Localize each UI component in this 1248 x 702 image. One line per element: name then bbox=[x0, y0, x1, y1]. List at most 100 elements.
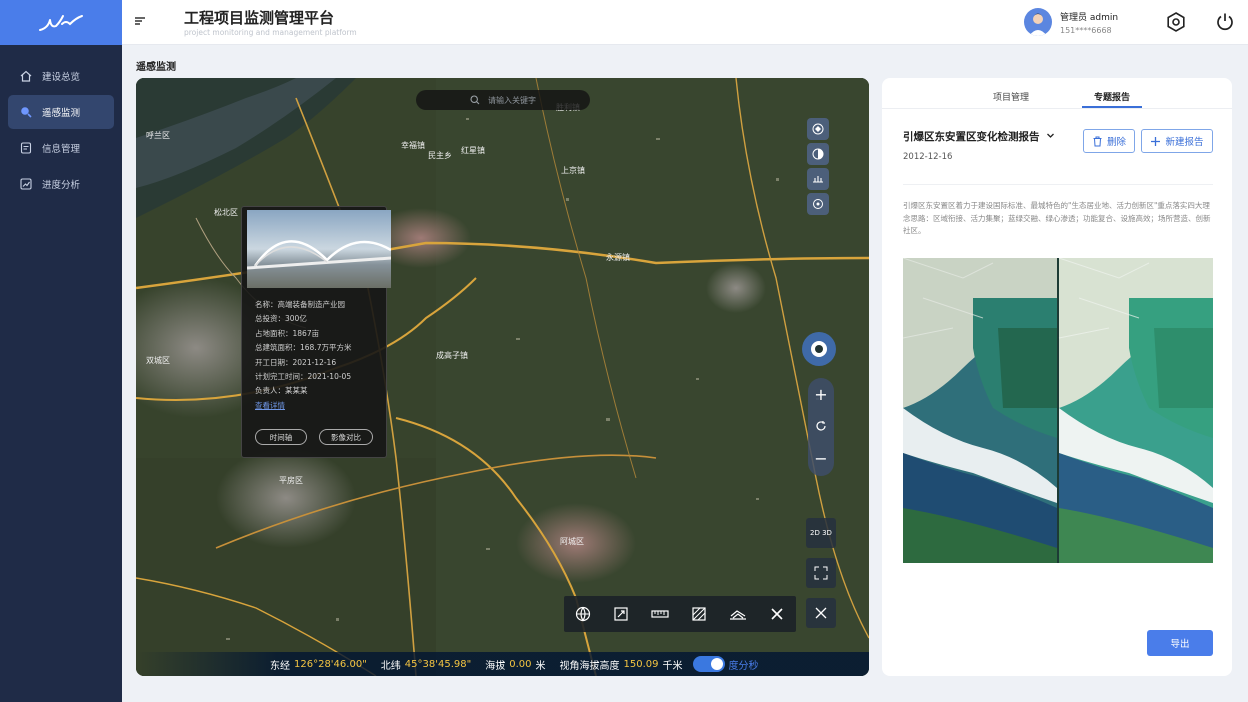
place-label: 上京镇 bbox=[561, 165, 585, 175]
logo-icon bbox=[39, 14, 83, 31]
info-investment: 总投资：300亿 bbox=[255, 314, 307, 324]
place-label: 永源镇 bbox=[606, 252, 630, 262]
sidebar-item-label: 建设总览 bbox=[42, 72, 81, 83]
sidebar-item-label: 信息管理 bbox=[42, 144, 81, 155]
search-placeholder: 请输入关键字 bbox=[488, 95, 536, 105]
user-name: 管理员 admin bbox=[1060, 13, 1119, 23]
ruler-icon bbox=[813, 176, 823, 183]
sidebar: 建设总览 遥感监测 信息管理 进度分析 bbox=[0, 0, 122, 702]
latitude-value: 45°38'45.98" bbox=[404, 658, 472, 670]
sidebar-item-label: 遥感监测 bbox=[42, 108, 81, 119]
new-report-label: 新建报告 bbox=[1165, 137, 1204, 148]
menu-toggle-icon[interactable] bbox=[134, 15, 146, 30]
tab-project-management[interactable]: 项目管理 bbox=[993, 90, 1029, 103]
zoom-out-button[interactable]: − bbox=[808, 442, 834, 474]
clear-icon[interactable] bbox=[769, 606, 785, 622]
sidebar-item-remote-sensing[interactable]: 遥感监测 bbox=[8, 95, 114, 129]
sidebar-item-label: 进度分析 bbox=[42, 180, 81, 191]
map-view[interactable]: 呼兰区 松北区 平房区 阿城区 永源镇 胜利镇 民主乡 红星镇 上京镇 成高子镇… bbox=[136, 78, 869, 676]
export-button[interactable]: 导出 bbox=[1147, 630, 1213, 656]
zoom-in-button[interactable]: + bbox=[808, 378, 834, 410]
change-detection-image[interactable] bbox=[903, 258, 1213, 563]
image-compare-button[interactable]: 影像对比 bbox=[319, 429, 373, 445]
compass-icon bbox=[811, 341, 827, 357]
user-phone: 151****6668 bbox=[1060, 26, 1112, 35]
latitude-label: 北纬 bbox=[380, 660, 401, 672]
longitude-value: 126°28'46.00" bbox=[294, 658, 367, 670]
ruler-icon[interactable] bbox=[651, 606, 669, 622]
timeline-button[interactable]: 时间轴 bbox=[255, 429, 307, 445]
report-panel: 项目管理 专题报告 引爆区东安置区变化检测报告 2012-12-16 删除 新建… bbox=[882, 78, 1232, 676]
avatar[interactable] bbox=[1024, 8, 1052, 36]
view-height-unit: 千米 bbox=[662, 660, 683, 672]
settings-icon[interactable] bbox=[1165, 11, 1187, 36]
info-area: 占地面积：1867亩 bbox=[255, 328, 320, 338]
contrast-tool-button[interactable] bbox=[807, 143, 829, 165]
measure-tool-button[interactable] bbox=[807, 168, 829, 190]
power-icon[interactable] bbox=[1214, 11, 1236, 36]
header: 工程项目监测管理平台 project monitoring and manage… bbox=[122, 0, 1248, 45]
divider bbox=[903, 184, 1213, 185]
active-tab-indicator bbox=[1082, 106, 1142, 108]
search-icon bbox=[21, 107, 32, 118]
location-tool-button[interactable] bbox=[807, 193, 829, 215]
toggle-2d-3d-label: 2D 3D bbox=[810, 529, 832, 537]
tab-topic-report[interactable]: 专题报告 bbox=[1094, 90, 1130, 103]
coordinate-status-bar: 东经 126°28'46.00" 北纬 45°38'45.98" 海拔 0.00… bbox=[136, 652, 869, 676]
place-label: 红星镇 bbox=[461, 145, 485, 155]
globe-icon[interactable] bbox=[575, 606, 591, 622]
info-owner: 负责人：某某某 bbox=[255, 386, 308, 396]
refresh-icon bbox=[816, 421, 826, 431]
layer-tool-button[interactable] bbox=[807, 118, 829, 140]
pin-icon bbox=[813, 199, 823, 209]
logo bbox=[0, 0, 122, 45]
area-measure-icon[interactable] bbox=[691, 606, 707, 622]
toggle-2d-3d-button[interactable]: 2D 3D bbox=[806, 518, 836, 548]
place-label: 松北区 bbox=[214, 207, 238, 217]
home-icon bbox=[20, 70, 32, 82]
place-label: 幸福镇 bbox=[401, 140, 425, 150]
info-start-date: 开工日期：2021-12-16 bbox=[255, 357, 337, 367]
place-label: 成高子镇 bbox=[436, 350, 468, 360]
compass-control[interactable] bbox=[802, 332, 836, 366]
fullscreen-icon bbox=[814, 566, 828, 580]
altitude-value: 0.00 bbox=[509, 658, 532, 670]
before-image bbox=[903, 258, 1057, 563]
place-label: 双城区 bbox=[146, 356, 170, 365]
view-height-value: 150.09 bbox=[623, 658, 659, 670]
reset-view-button[interactable] bbox=[808, 410, 834, 442]
globe-tool-icon bbox=[812, 123, 824, 135]
delete-label: 删除 bbox=[1106, 137, 1126, 148]
delete-button[interactable]: 删除 bbox=[1083, 129, 1135, 153]
search-icon bbox=[470, 95, 480, 105]
after-image bbox=[1058, 258, 1213, 563]
place-label: 阿城区 bbox=[560, 537, 584, 546]
tools-icon bbox=[815, 607, 827, 619]
terrain-icon[interactable] bbox=[729, 606, 747, 622]
info-building-area: 总建筑面积：168.7万平方米 bbox=[255, 343, 352, 353]
report-description: 引爆区东安置区着力于建设国际标准、最城特色的"生态居业地、活力创新区"重点落实四… bbox=[903, 201, 1211, 235]
chart-icon bbox=[20, 178, 32, 190]
sidebar-item-overview[interactable]: 建设总览 bbox=[8, 59, 114, 93]
tab-divider bbox=[882, 108, 1232, 109]
fullscreen-button[interactable] bbox=[806, 558, 836, 588]
place-label: 民主乡 bbox=[428, 150, 452, 160]
view-detail-link[interactable]: 查看详情 bbox=[242, 400, 386, 411]
sidebar-item-info-management[interactable]: 信息管理 bbox=[8, 131, 114, 165]
place-label: 平房区 bbox=[279, 475, 303, 485]
new-report-button[interactable]: 新建报告 bbox=[1141, 129, 1213, 153]
app-subtitle: project monitoring and management platfo… bbox=[184, 28, 357, 37]
contrast-icon bbox=[812, 148, 824, 160]
trash-icon bbox=[1093, 136, 1102, 146]
page-title: 遥感监测 bbox=[136, 62, 176, 73]
select-area-icon[interactable] bbox=[613, 606, 629, 622]
zoom-control: + − bbox=[808, 378, 834, 476]
dms-toggle[interactable] bbox=[692, 656, 725, 672]
sidebar-item-progress-analysis[interactable]: 进度分析 bbox=[8, 167, 114, 201]
project-info-card: 名称：高端装备制造产业园 总投资：300亿 占地面积：1867亩 总建筑面积：1… bbox=[241, 206, 391, 458]
info-name: 名称：高端装备制造产业园 bbox=[255, 300, 345, 309]
map-search-input[interactable]: 请输入关键字 bbox=[416, 90, 590, 110]
tools-button[interactable] bbox=[806, 598, 836, 628]
report-title-dropdown[interactable]: 引爆区东安置区变化检测报告 bbox=[903, 129, 1055, 144]
dms-toggle-label: 度分秒 bbox=[728, 660, 759, 672]
